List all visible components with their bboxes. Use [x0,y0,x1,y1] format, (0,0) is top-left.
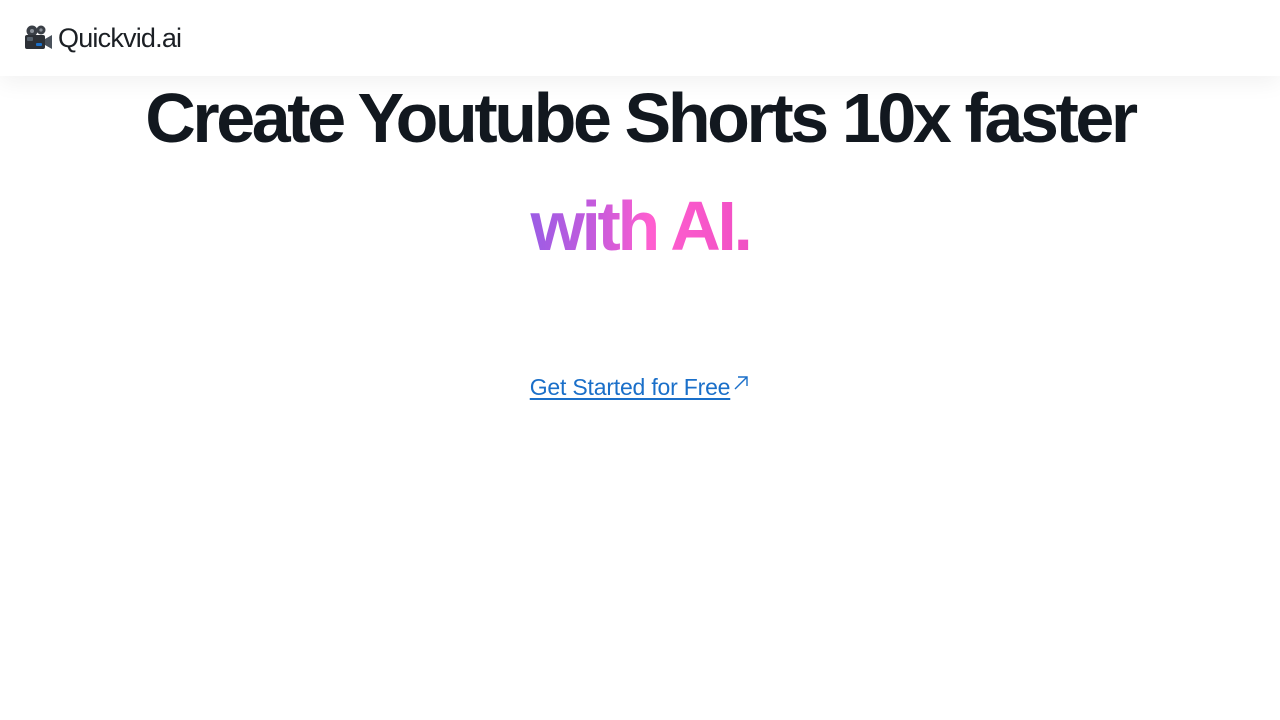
hero-headline: Create Youtube Shorts 10x faster [145,79,1138,157]
movie-camera-icon [22,22,54,54]
top-navbar: Quickvid.ai [0,0,1280,76]
cta-container: Get Started for Free [0,374,1280,401]
external-link-arrow-icon [732,374,750,392]
brand-logo-link[interactable]: Quickvid.ai [22,22,182,54]
hero-subline-gradient-text: with AI. [530,187,752,265]
brand-name: Quickvid.ai [58,22,182,53]
hero-subline: with AI. [0,186,1280,266]
get-started-link[interactable]: Get Started for Free [530,374,731,400]
